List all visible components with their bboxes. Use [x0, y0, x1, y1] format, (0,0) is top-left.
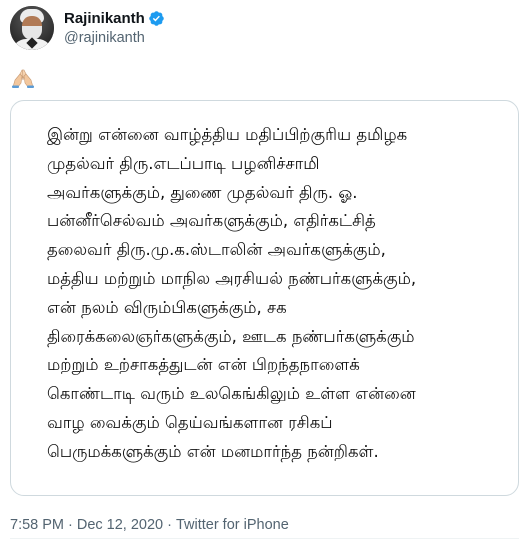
- note-line: தலைவர் திரு.மு.க.ஸ்டாலின் அவர்களுக்கும்,: [47, 240, 386, 260]
- note-line: முதல்வர் திரு.எடப்பாடி பழனிச்சாமி: [47, 153, 320, 173]
- note-line: என் நலம் விரும்பிகளுக்கும், சக: [47, 297, 287, 317]
- note-line: அவர்களுக்கும், துணை முதல்வர் திரு. ஓ.: [47, 182, 358, 202]
- note-line: பெருமக்களுக்கும் என் மனமார்ந்த நன்றிகள்.: [47, 441, 379, 461]
- author-handle[interactable]: @rajinikanth: [64, 29, 165, 48]
- tweet-meta: 7:58 PM · Dec 12, 2020 · Twitter for iPh…: [10, 516, 289, 534]
- note-line: மத்திய மற்றும் மாநில அரசியல் நண்பர்களுக்…: [47, 268, 417, 288]
- note-line: பன்னீர்செல்வம் அவர்களுக்கும், எதிர்கட்சி…: [47, 211, 376, 231]
- note-line: திரைக்கலைஞர்களுக்கும், ஊடக நண்பர்களுக்கு…: [47, 326, 415, 346]
- meta-separator: ·: [167, 517, 172, 533]
- tweet-source[interactable]: Twitter for iPhone: [176, 517, 289, 533]
- tweet: Rajinikanth @rajinikanth இன்று என்னை வாழ…: [0, 0, 529, 539]
- verified-badge-icon: [149, 11, 164, 26]
- note-line: இன்று என்னை வாழ்த்திய மதிப்பிற்குரிய தமி…: [47, 125, 408, 144]
- folded-hands-emoji: [12, 69, 34, 88]
- image-note-text: இன்று என்னை வாழ்த்திய மதிப்பிற்குரிய தமி…: [47, 121, 497, 467]
- tweet-header: Rajinikanth @rajinikanth: [10, 6, 165, 50]
- display-name[interactable]: Rajinikanth: [64, 10, 145, 27]
- note-line: வாழ வைக்கும் தெய்வங்களான ரசிகப்: [47, 412, 333, 432]
- avatar[interactable]: [10, 6, 54, 50]
- note-line: கொண்டாடி வரும் உலகெங்கிலும் உள்ள என்னை: [47, 384, 416, 404]
- note-line: மற்றும் உற்சாகத்துடன் என் பிறந்தநாளைக்: [47, 355, 360, 375]
- meta-separator: ·: [68, 517, 73, 533]
- author-names: Rajinikanth @rajinikanth: [64, 9, 165, 48]
- attached-image[interactable]: இன்று என்னை வாழ்த்திய மதிப்பிற்குரிய தமி…: [10, 100, 519, 496]
- tweet-date[interactable]: Dec 12, 2020: [77, 517, 163, 533]
- tweet-time[interactable]: 7:58 PM: [10, 517, 64, 533]
- name-row: Rajinikanth: [64, 9, 165, 29]
